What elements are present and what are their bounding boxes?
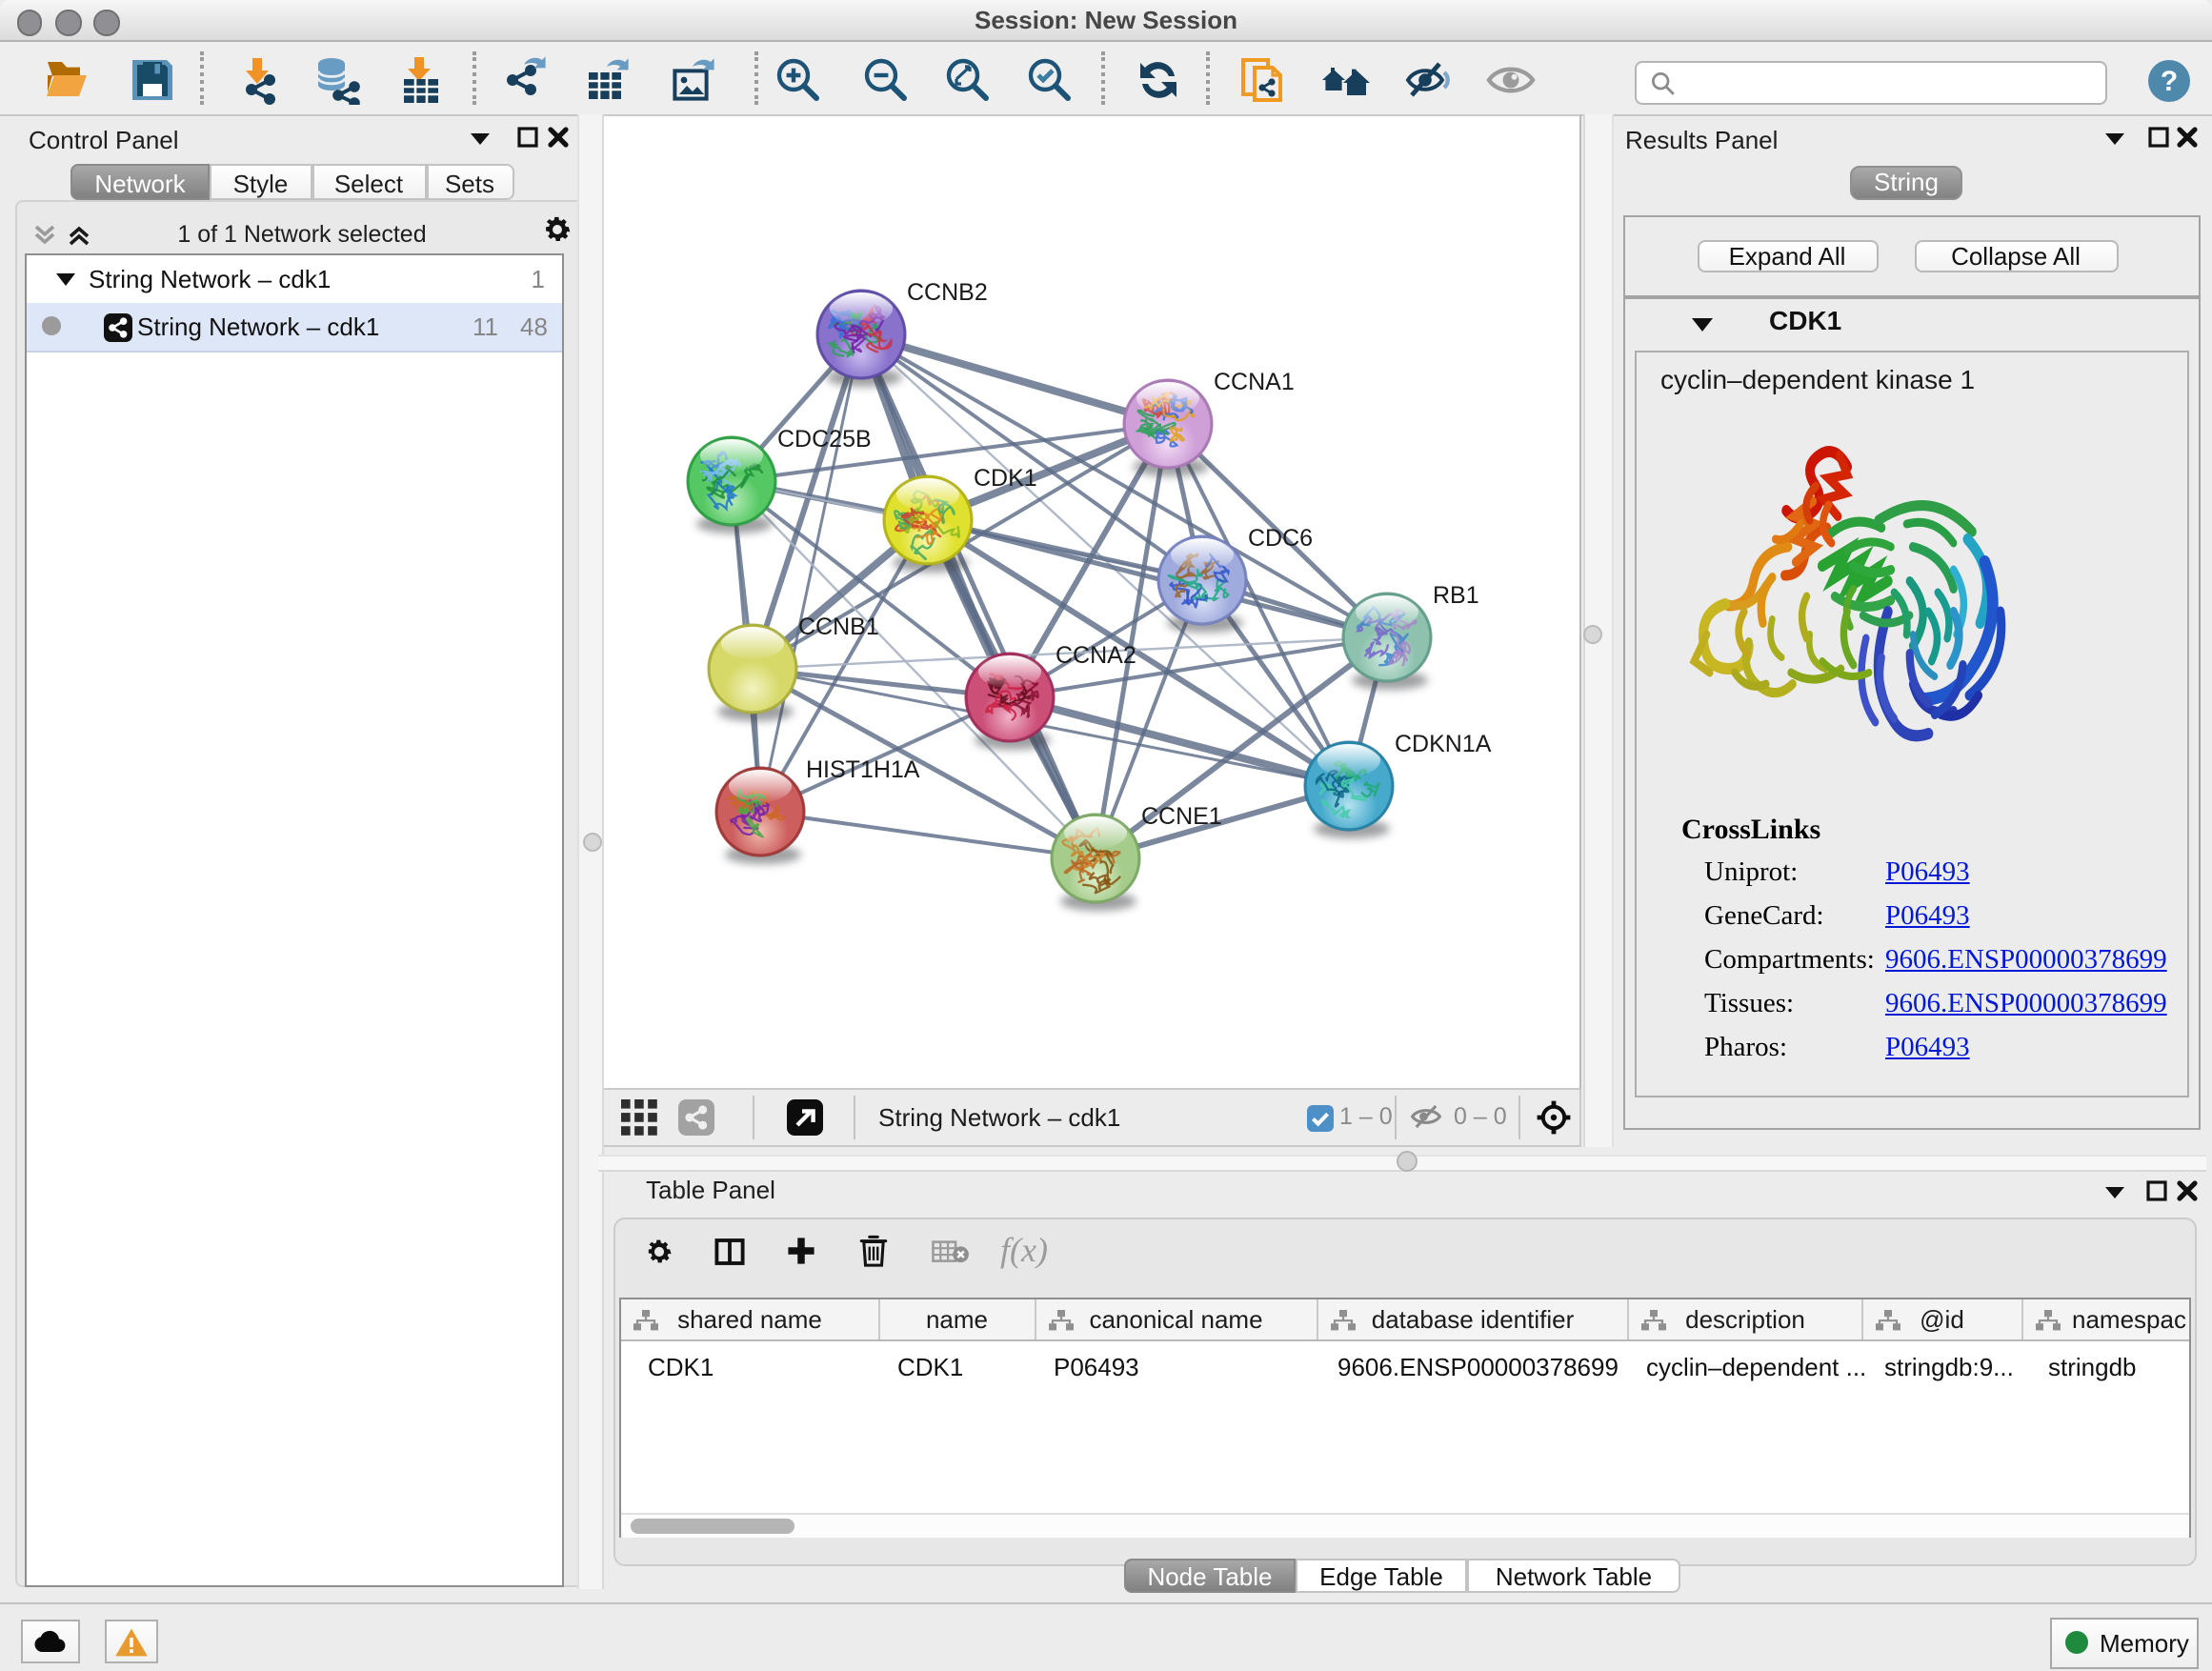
svg-text:CDK1: CDK1 <box>974 465 1037 492</box>
svg-text:CDKN1A: CDKN1A <box>1395 731 1492 757</box>
svg-text:RB1: RB1 <box>1433 582 1479 609</box>
svg-text:CCNA1: CCNA1 <box>1214 369 1295 395</box>
svg-text:CCNE1: CCNE1 <box>1141 803 1222 830</box>
svg-text:HIST1H1A: HIST1H1A <box>806 756 920 783</box>
svg-text:CCNB1: CCNB1 <box>798 614 879 640</box>
svg-text:CDC6: CDC6 <box>1248 525 1313 552</box>
svg-text:?: ? <box>2161 66 2178 97</box>
svg-text:CDC25B: CDC25B <box>777 426 872 453</box>
svg-text:CCNB2: CCNB2 <box>907 279 988 306</box>
svg-text:CCNA2: CCNA2 <box>1056 642 1136 669</box>
